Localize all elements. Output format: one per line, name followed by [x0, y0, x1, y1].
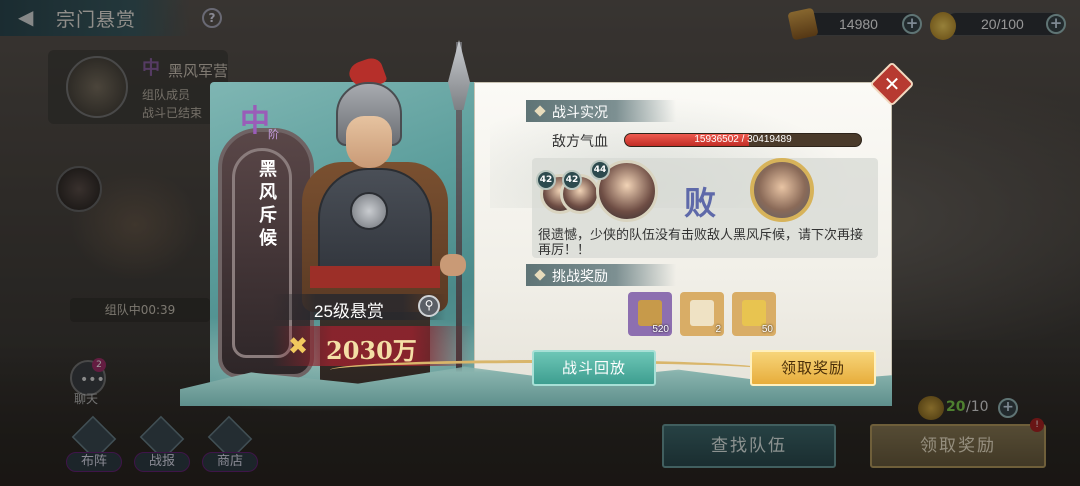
enemy-face — [346, 116, 392, 168]
reward-item-gold-scroll[interactable]: 50 — [732, 292, 776, 336]
battle-section-title: 战斗实况 — [552, 105, 608, 121]
scroll-icon — [690, 300, 714, 326]
token-icon — [638, 300, 662, 326]
reward-item-scroll[interactable]: 2 — [680, 292, 724, 336]
team-level-badge: 44 — [590, 160, 610, 180]
battle-replay-button[interactable]: 战斗回放 — [532, 350, 656, 386]
team-level-badge: 42 — [536, 170, 556, 190]
reward-section-header: 挑战奖励 — [526, 264, 676, 286]
claim-reward-button[interactable]: 领取奖励 — [750, 350, 876, 386]
crossed-swords-icon: ✖ — [288, 332, 309, 360]
armor-medallion — [350, 192, 388, 230]
magnify-icon[interactable]: ⚲ — [418, 295, 440, 317]
reward-quantity: 2 — [715, 324, 721, 335]
gold-scroll-icon — [742, 300, 766, 326]
battle-result-modal: 中 阶 黑风斥候 25级悬赏 ⚲ ✖ 2030万 战斗实况 敌方气血 15936… — [180, 40, 892, 412]
bounty-amount: 2030万 — [326, 336, 417, 365]
team-level-badge: 42 — [562, 170, 582, 190]
diamond-icon — [534, 269, 546, 281]
enemy-hp-label: 敌方气血 — [552, 134, 608, 150]
enemy-portrait — [750, 158, 814, 222]
close-icon[interactable]: ✕ — [876, 68, 908, 100]
enemy-hp-text: 15936502 / 30419489 — [694, 134, 792, 145]
bounty-level: 25级悬赏 — [314, 302, 384, 321]
battle-section-header: 战斗实况 — [526, 100, 676, 122]
enemy-sash — [310, 266, 440, 288]
enemy-name: 黑风斥候 — [259, 159, 277, 249]
reward-item-token[interactable]: 520 — [628, 292, 672, 336]
enemy-rank-sub: 阶 — [268, 128, 279, 141]
result-message: 很遗憾，少侠的队伍没有击败敌人黑风斥候，请下次再接再厉！！ — [538, 228, 864, 258]
diamond-icon — [534, 105, 546, 117]
battle-result: 败 — [684, 184, 717, 222]
reward-quantity: 50 — [761, 324, 773, 335]
enemy-hand — [440, 254, 466, 276]
reward-section-title: 挑战奖励 — [552, 269, 608, 285]
reward-quantity: 520 — [652, 324, 669, 335]
